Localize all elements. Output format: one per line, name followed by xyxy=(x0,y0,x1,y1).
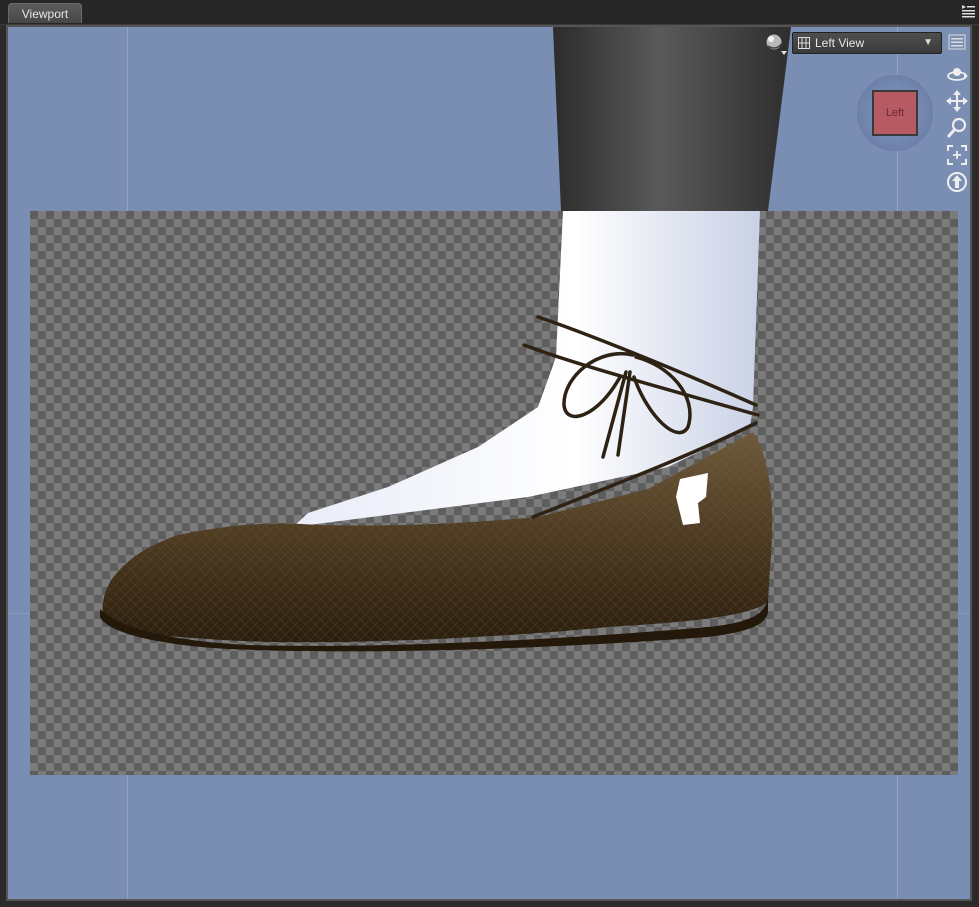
viewport-window: Viewport Left View ▼ Left xyxy=(0,0,979,907)
orbit-button[interactable] xyxy=(945,60,969,87)
tab-bar: Viewport xyxy=(0,0,979,25)
zoom-icon xyxy=(946,117,967,138)
leg-shape xyxy=(553,27,791,211)
view-select-dropdown[interactable]: Left View ▼ xyxy=(792,32,942,54)
aim-icon xyxy=(947,171,967,192)
view-cube-face-left[interactable]: Left xyxy=(872,90,918,136)
draw-style-sphere-icon xyxy=(765,33,787,55)
draw-style-button[interactable] xyxy=(763,32,787,56)
view-cube[interactable]: Left xyxy=(857,75,933,151)
viewport-options-icon[interactable] xyxy=(948,33,966,51)
view-select-label: Left View xyxy=(815,36,865,50)
frame-button[interactable] xyxy=(945,141,969,168)
zoom-button[interactable] xyxy=(945,114,969,141)
pan-button[interactable] xyxy=(945,87,969,114)
chevron-down-icon: ▼ xyxy=(923,37,933,48)
tab-viewport[interactable]: Viewport xyxy=(8,3,82,23)
scene-render xyxy=(100,27,791,652)
pan-icon xyxy=(946,89,968,112)
orbit-icon xyxy=(947,67,968,81)
navigation-tools xyxy=(945,60,969,195)
viewport-canvas[interactable]: Left View ▼ Left xyxy=(8,27,970,899)
aim-button[interactable] xyxy=(945,168,969,195)
frame-icon xyxy=(947,144,967,165)
pane-menu-icon[interactable] xyxy=(960,3,976,19)
view-grid-icon xyxy=(798,37,810,49)
